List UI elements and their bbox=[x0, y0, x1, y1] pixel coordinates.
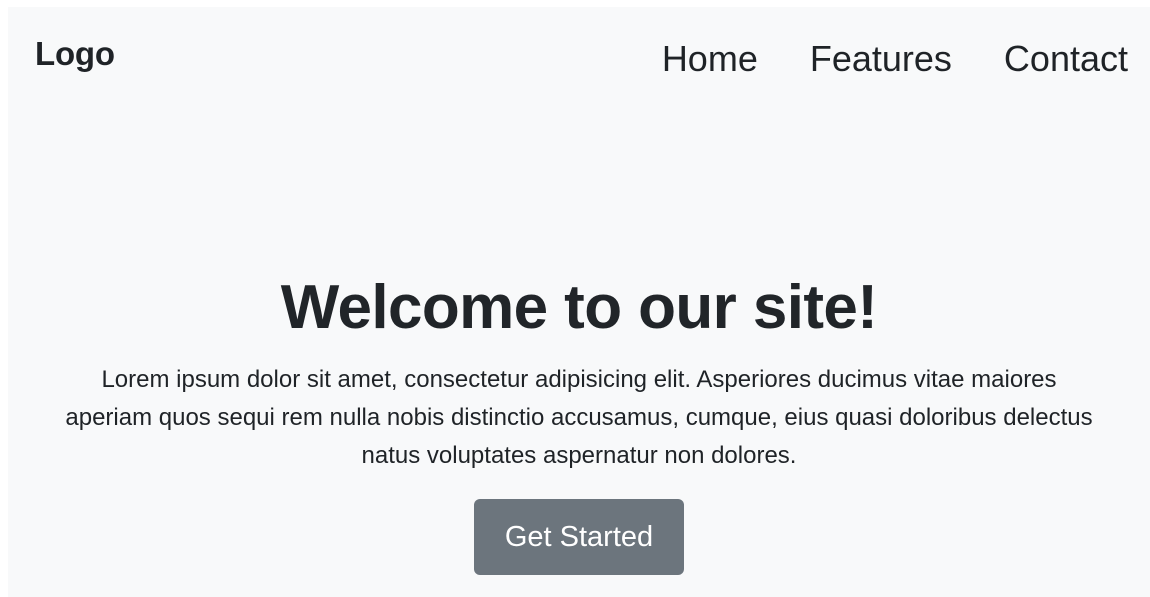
hero-description: Lorem ipsum dolor sit amet, consectetur … bbox=[65, 366, 1093, 469]
nav-link-features[interactable]: Features bbox=[810, 41, 952, 77]
logo[interactable]: Logo bbox=[35, 37, 115, 70]
get-started-button[interactable]: Get Started bbox=[474, 499, 684, 575]
hero-title: Welcome to our site! bbox=[280, 273, 878, 342]
nav-links: Home Features Contact bbox=[610, 41, 1128, 77]
nav-link-home[interactable]: Home bbox=[662, 41, 758, 77]
page-container: Logo Home Features Contact Welcome to ou… bbox=[8, 7, 1150, 597]
nav-link-contact[interactable]: Contact bbox=[1004, 41, 1128, 77]
navbar: Logo Home Features Contact bbox=[8, 7, 1150, 102]
hero-section: Welcome to our site! Lorem ipsum dolor s… bbox=[8, 277, 1150, 575]
